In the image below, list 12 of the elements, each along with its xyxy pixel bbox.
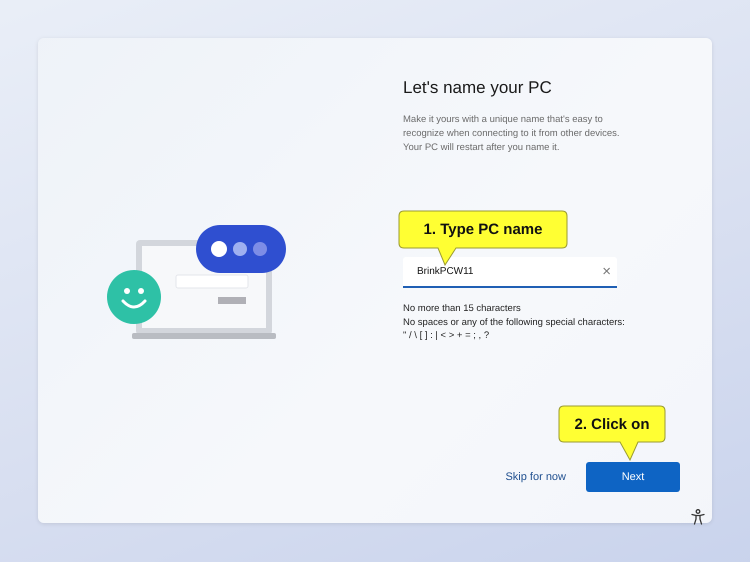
clear-icon[interactable]: × [602,264,611,279]
pc-name-field[interactable]: BrinkPCW11 × [403,257,617,288]
description-text: Make it yours with a unique name that's easy to recognize when connecting to it from other devices. Your PC will restart after you name it. [403,113,621,155]
next-button[interactable]: Next [586,462,680,492]
rule-text: No spaces or any of the following special characters: [403,316,626,329]
callout: 2. Click on [558,405,666,461]
accessibility-icon[interactable] [691,509,705,525]
rule-text: " / \ [ ] : | < > + = ; , ? [403,329,490,342]
rule-text: No more than 15 characters [403,302,522,316]
callout: 1. Type PC name [398,210,568,266]
skip-link[interactable]: Skip for now [505,471,566,483]
page-title: Let's name your PC [403,78,553,98]
